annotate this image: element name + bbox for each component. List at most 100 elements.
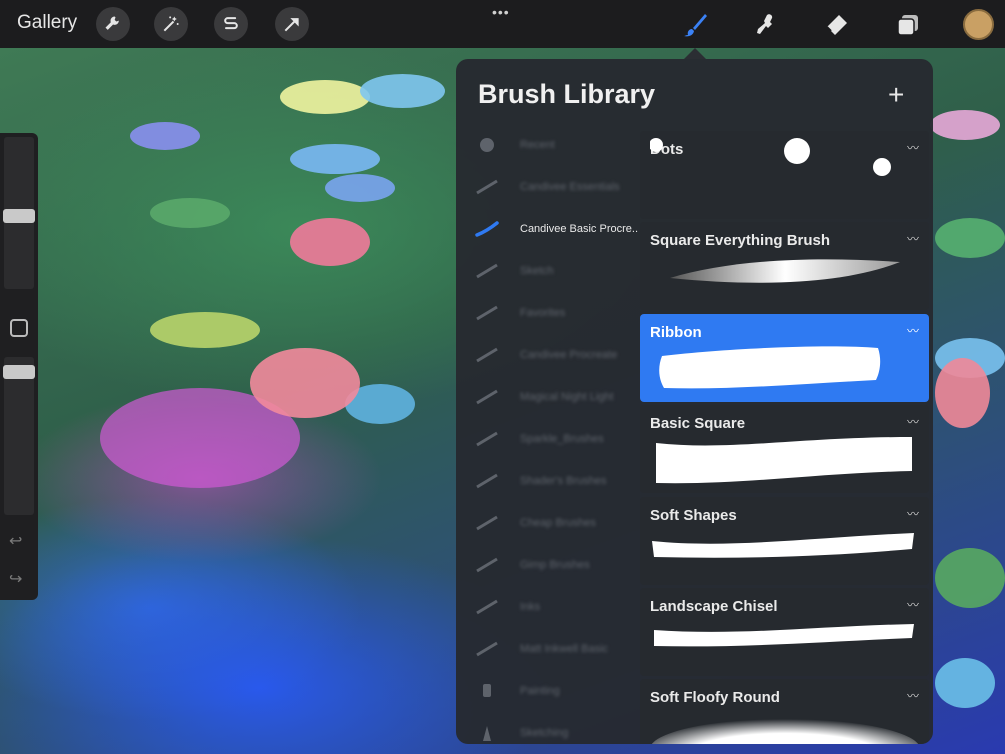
lotus-flower [290,218,370,266]
brush-stroke-icon [476,263,498,279]
brush-set-item[interactable]: Matt Inkwell Basic [456,629,639,669]
brush-icon[interactable] [679,9,711,41]
smudge-icon[interactable] [750,9,782,41]
brush-card[interactable]: Soft Floofy Round 〰 [640,679,929,744]
brush-set-item[interactable]: Favorites [456,293,639,333]
brush-set-label: Matt Inkwell Basic [520,643,609,655]
brush-name: Square Everything Brush [650,232,831,249]
brush-stroke-preview [651,719,919,744]
brush-set-label: Gimp Brushes [520,559,590,571]
pencil-indicator-icon: 〰 [907,598,920,612]
brush-stroke-preview [659,346,881,389]
brush-card-selected[interactable]: Ribbon 〰 [640,314,929,402]
brush-set-label: Favorites [520,307,566,319]
brush-set-item[interactable]: Magical Night Light [456,377,639,417]
brush-set-label: Magical Night Light [520,391,614,403]
pencil-indicator-icon: 〰 [907,507,920,521]
lily-pad [360,74,445,108]
modify-button[interactable] [10,319,28,337]
brush-set-item[interactable]: Recent [456,125,639,165]
brush-stroke-icon [476,557,498,573]
brush-stroke-preview [650,138,891,176]
brush-name: Landscape Chisel [650,598,778,615]
lily-pad [150,198,230,228]
opacity-knob[interactable] [3,365,35,379]
brush-card[interactable]: Dots 〰 [640,131,929,219]
brush-name: Soft Floofy Round [650,689,780,706]
brush-set-item[interactable]: Candivee Essentials [456,167,639,207]
lotus-flower [935,358,990,428]
popover-caret [684,48,706,59]
brush-size-knob[interactable] [3,209,35,223]
more-dots-icon[interactable]: ••• [492,4,510,20]
pencil-indicator-icon: 〰 [907,415,920,429]
lily-pad [150,312,260,348]
brush-name: Ribbon [650,324,702,341]
brush-stroke-preview [670,259,900,283]
brush-stroke-icon [476,347,498,363]
paint-tube-icon [483,684,491,697]
brush-set-label: Cheap Brushes [520,517,596,529]
brush-card[interactable]: Basic Square 〰 [640,405,929,493]
brush-set-label: Recent [520,139,555,151]
lily-pad [930,110,1000,140]
brush-name: Soft Shapes [650,507,737,524]
clock-icon [480,138,494,152]
brush-stroke-icon [476,431,498,447]
brush-set-label: Sparkle_Brushes [520,433,604,445]
lily-pad [325,174,395,202]
brush-card[interactable]: Square Everything Brush 〰 [640,222,929,310]
layers-icon[interactable] [892,9,924,41]
brush-name: Basic Square [650,415,746,432]
brush-stroke-preview [652,533,914,558]
magic-wand-icon[interactable] [154,7,188,41]
eraser-icon[interactable] [820,9,852,41]
brush-set-item[interactable]: Sketch [456,251,639,291]
wrench-icon[interactable] [96,7,130,41]
lotus-flower [250,348,360,418]
brush-set-label: Painting [520,685,560,697]
brush-set-label: Candivee Essentials [520,181,620,193]
opacity-slider[interactable] [4,357,34,515]
pencil-icon [483,726,491,741]
transform-icon[interactable] [275,7,309,41]
lily-pad [935,548,1005,608]
brush-set-item[interactable]: Shader's Brushes [456,461,639,501]
brush-set-item[interactable]: Cheap Brushes [456,503,639,543]
brush-set-item[interactable]: Sparkle_Brushes [456,419,639,459]
brush-library-panel: Brush Library + Recent Candivee Essentia… [456,59,933,744]
brush-set-label: Shader's Brushes [520,475,607,487]
brush-set-item[interactable]: Sketching [456,713,639,744]
brush-stroke-icon [476,305,498,321]
brush-stroke-icon [475,221,499,237]
lily-pad [935,218,1005,258]
brush-set-item[interactable]: Candivee Procreate [456,335,639,375]
selection-icon[interactable] [214,7,248,41]
brush-set-label: Candivee Basic Procre... [520,223,638,235]
gallery-button[interactable]: Gallery [17,12,77,34]
brush-stroke-preview [654,624,914,647]
brush-set-item[interactable]: Painting [456,671,639,711]
brush-stroke-icon [476,473,498,489]
brush-stroke-preview [656,437,912,484]
brush-set-label: Sketch [520,265,554,277]
pencil-indicator-icon: 〰 [907,324,920,338]
brush-stroke-icon [476,389,498,405]
brush-stroke-icon [476,179,498,195]
lily-pad [280,80,370,114]
left-sidebar: ↩ ↪ [0,133,38,600]
pencil-indicator-icon: 〰 [907,232,920,246]
brush-card[interactable]: Soft Shapes 〰 [640,497,929,585]
add-brush-set-button[interactable]: + [888,79,904,111]
panel-title: Brush Library [478,79,656,109]
color-picker-swatch[interactable] [963,9,994,40]
brush-set-item-active[interactable]: Candivee Basic Procre... [456,209,639,249]
brush-set-item[interactable]: Inks [456,587,639,627]
redo-icon[interactable]: ↪ [9,569,22,589]
brush-set-item[interactable]: Gimp Brushes [456,545,639,585]
brush-stroke-icon [476,515,498,531]
brush-set-label: Sketching [520,727,569,739]
undo-icon[interactable]: ↩ [9,531,22,551]
lily-pad [290,144,380,174]
brush-card[interactable]: Landscape Chisel 〰 [640,588,929,676]
